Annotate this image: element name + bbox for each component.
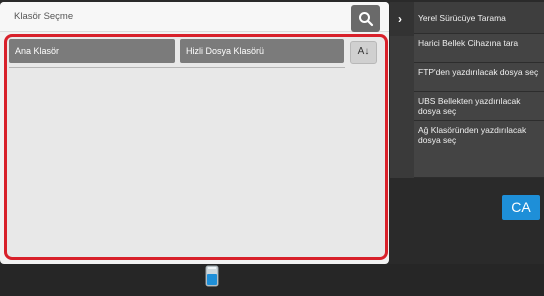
search-button[interactable] (351, 5, 380, 32)
search-icon (358, 11, 373, 26)
title-bar: Klasör Seçme (0, 2, 389, 32)
tab-main-folder[interactable]: Ana Klasör (9, 39, 175, 63)
folder-tabs: Ana Klasör Hizli Dosya Klasörü (7, 39, 345, 65)
side-item-ftp-print[interactable]: FTP'den yazdırılacak dosya seç (414, 63, 544, 92)
sort-icon: A↓ (357, 46, 370, 57)
side-panel-toggle[interactable] (390, 2, 414, 36)
chevron-right-icon: › (398, 12, 402, 26)
sort-button[interactable]: A↓ (350, 41, 377, 64)
toner-icon (205, 265, 219, 287)
side-item-label: Ağ Klasöründen yazdırılacak dosya seç (418, 125, 527, 145)
tab-quick-file-folder[interactable]: Hizli Dosya Klasörü (180, 39, 344, 63)
status-bar (0, 264, 544, 296)
side-item-network-folder-print[interactable]: Ağ Klasöründen yazdırılacak dosya seç (414, 121, 544, 178)
side-item-label: UBS Bellekten yazdırılacak dosya seç (418, 96, 521, 116)
clear-all-button[interactable]: CA (502, 195, 540, 220)
side-item-label: Harici Bellek Cihazına tara (418, 38, 519, 48)
screen: Klasör Seçme Ana Klasör Hizli Dosya Klas… (0, 0, 544, 296)
side-item-local-drive-scan[interactable]: Yerel Sürücüye Tarama (414, 2, 544, 34)
tabs-divider (9, 67, 345, 68)
side-item-label: FTP'den yazdırılacak dosya seç (418, 67, 539, 77)
side-item-external-memory-scan[interactable]: Harici Bellek Cihazına tara (414, 34, 544, 63)
side-item-label: Yerel Sürücüye Tarama (418, 13, 506, 23)
side-item-usb-print[interactable]: UBS Bellekten yazdırılacak dosya seç (414, 92, 544, 121)
page-title: Klasör Seçme (14, 11, 74, 22)
